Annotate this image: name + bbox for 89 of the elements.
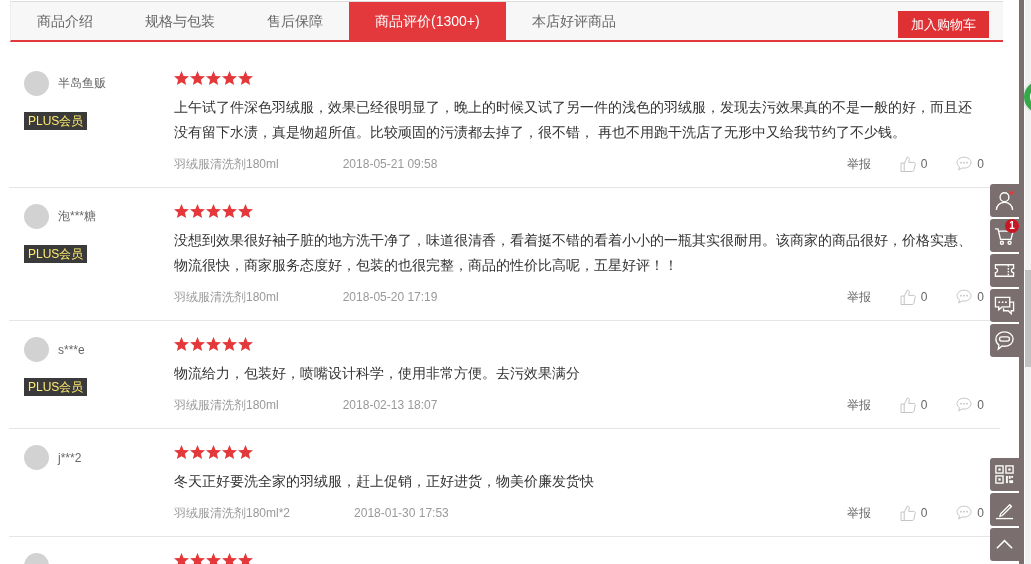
thumbs-up-icon <box>899 505 916 521</box>
reply-button[interactable]: 0 <box>956 505 984 521</box>
star-icon <box>206 445 221 459</box>
report-link[interactable]: 举报 <box>846 504 871 522</box>
star-icon <box>206 71 221 85</box>
thumbs-up-icon <box>899 397 916 413</box>
like-button[interactable]: 0 <box>899 156 928 172</box>
product-name: 羽绒服清洗剂180ml <box>174 396 279 414</box>
star-icon <box>190 553 205 564</box>
speech-bubble-icon <box>994 330 1015 351</box>
user-avatar <box>24 71 49 96</box>
product-name: 羽绒服清洗剂180ml <box>174 288 279 306</box>
star-icon <box>238 71 253 85</box>
tab[interactable]: 商品介绍 <box>11 2 119 40</box>
comment-icon <box>956 156 973 172</box>
report-link[interactable]: 举报 <box>846 155 871 173</box>
review-date: 2018-05-20 17:19 <box>342 290 438 304</box>
product-name: 羽绒服清洗剂180ml*2 <box>174 504 291 522</box>
tab[interactable]: 规格与包装 <box>119 2 241 40</box>
user-name: s***e <box>58 342 85 357</box>
star-icon <box>174 553 189 564</box>
star-icon <box>222 553 237 564</box>
report-link[interactable]: 举报 <box>846 288 871 306</box>
membership-badge: PLUS会员 <box>24 112 88 130</box>
star-icon <box>190 445 205 459</box>
user-name: 泡***糖 <box>58 208 96 225</box>
star-icon <box>174 204 189 218</box>
comment-icon <box>956 505 973 521</box>
report-link[interactable]: 举报 <box>846 396 871 414</box>
review-date: 2018-05-21 09:58 <box>342 157 438 171</box>
sidebar-button[interactable]: 1 <box>990 219 1019 252</box>
star-icon <box>190 204 205 218</box>
star-icon <box>238 337 253 351</box>
review-text: 冬天正好要洗全家的羽绒服，赶上促销，正好进货，物美价廉发货快 <box>174 472 595 491</box>
user-name: j***2 <box>58 450 82 465</box>
membership-badge: PLUS会员 <box>24 378 88 396</box>
scrollbar-thumb[interactable] <box>1025 270 1031 367</box>
review-text: 上午试了件深色羽绒服，效果已经很明显了，晚上的时候又试了另一件的浅色的羽绒服，发现去污效果真的不是一般的好，而且还没有留下水渍，真是物超所值。比较顽固的污渍都去掉了，很不错， 再也不用跑干洗店了无形中又给我节约了不少钱。 <box>174 98 973 142</box>
thumbs-up-icon <box>899 289 916 305</box>
star-icon <box>238 445 253 459</box>
star-icon <box>206 337 221 351</box>
thumbs-up-icon <box>899 156 916 172</box>
add-to-cart-button[interactable]: 加入购物车 <box>898 11 989 38</box>
product-name: 羽绒服清洗剂180ml <box>174 155 279 173</box>
user-avatar <box>24 337 49 362</box>
star-icon <box>238 204 253 218</box>
review-date: 2018-01-30 17:53 <box>354 506 449 520</box>
user-name: 半岛鱼贩 <box>58 75 106 92</box>
sidebar-button[interactable] <box>990 493 1019 526</box>
user-avatar <box>24 445 49 470</box>
star-icon <box>190 337 205 351</box>
star-icon <box>174 445 189 459</box>
review-text: 物流给力，包装好，喷嘴设计科学，使用非常方便。去污效果满分 <box>174 364 581 383</box>
chat-icon <box>994 295 1015 316</box>
star-icon <box>206 553 221 564</box>
like-button[interactable]: 0 <box>899 397 928 413</box>
scrollbar-track[interactable] <box>1025 0 1031 564</box>
star-icon <box>174 337 189 351</box>
sidebar-button[interactable] <box>990 254 1019 287</box>
star-icon <box>222 337 237 351</box>
user-avatar <box>24 204 49 229</box>
sidebar-button[interactable] <box>990 184 1019 217</box>
review-text: 没想到效果很好袖子脏的地方洗干净了，味道很清香，看着挺不错的看着小小的一瓶其实很耐用。该商家的商品很好，价格实惠、物流很快，商家服务态度好，包装的也很完整，商品的性价比高呢，五星好评！！ <box>174 231 973 275</box>
like-button[interactable]: 0 <box>899 505 928 521</box>
star-icon <box>238 553 253 564</box>
sidebar-button[interactable] <box>990 458 1019 491</box>
tab[interactable]: 商品评价(1300+) <box>349 2 506 40</box>
tab[interactable]: 售后保障 <box>241 2 349 40</box>
sidebar-button[interactable] <box>990 289 1019 322</box>
star-icon <box>222 71 237 85</box>
membership-badge: PLUS会员 <box>24 245 88 263</box>
star-icon <box>174 71 189 85</box>
star-icon <box>190 71 205 85</box>
sidebar-button[interactable] <box>990 324 1019 357</box>
star-icon <box>206 204 221 218</box>
comment-icon <box>956 397 973 413</box>
qr-code-icon <box>994 464 1015 485</box>
sidebar-button[interactable] <box>990 528 1019 561</box>
tab[interactable]: 本店好评商品 <box>505 2 642 40</box>
reply-button[interactable]: 0 <box>956 397 984 413</box>
like-button[interactable]: 0 <box>899 289 928 305</box>
user-icon <box>994 190 1015 211</box>
reply-button[interactable]: 0 <box>956 156 984 172</box>
comment-icon <box>956 289 973 305</box>
star-icon <box>222 445 237 459</box>
cart-count-badge: 1 <box>1005 219 1019 233</box>
review-date: 2018-02-13 18:07 <box>342 398 438 412</box>
reply-button[interactable]: 0 <box>956 289 984 305</box>
star-icon <box>222 204 237 218</box>
